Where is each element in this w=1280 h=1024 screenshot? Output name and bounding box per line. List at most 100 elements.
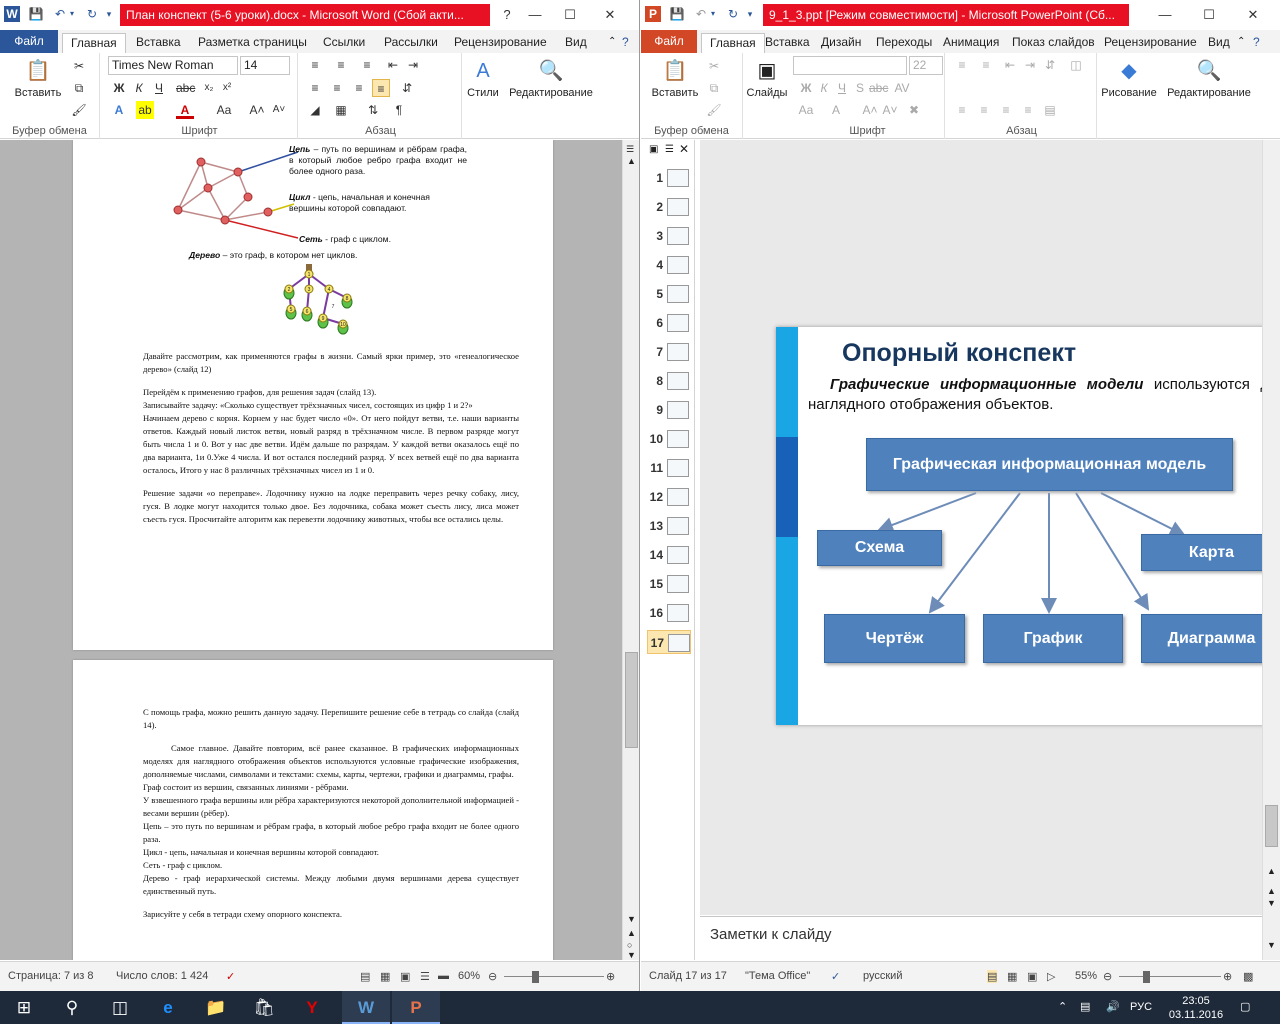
notes-pane[interactable]: Заметки к слайду — [700, 916, 1262, 960]
zoom-slider[interactable] — [1119, 976, 1221, 977]
slide-thumbnails-pane[interactable]: ▣ ☰ ✕ 1 2 3 4 5 6 7 8 9 10 11 12 13 14 15 16 17 — [641, 140, 695, 960]
help-icon[interactable]: ? — [1253, 33, 1260, 53]
tab-design[interactable]: Дизайн — [821, 33, 861, 53]
maximize-button[interactable]: ☐ — [1194, 4, 1224, 26]
slide-thumbnail[interactable]: 13 — [647, 514, 691, 538]
superscript-icon[interactable]: x² — [218, 79, 236, 97]
decrease-indent-icon[interactable]: ⇤ — [1001, 56, 1019, 74]
format-painter-icon[interactable]: 🖌 — [705, 101, 723, 119]
tab-view[interactable]: Вид — [565, 33, 587, 53]
tab-review[interactable]: Рецензирование — [1104, 33, 1197, 53]
zoom-level[interactable]: 60% — [458, 970, 480, 982]
task-view-icon[interactable]: ◫ — [96, 991, 144, 1024]
zoom-out-icon[interactable]: ⊖ — [488, 970, 497, 983]
print-layout-icon[interactable]: ▤ — [360, 970, 370, 983]
search-icon[interactable]: ⚲ — [48, 991, 96, 1024]
start-button[interactable]: ⊞ — [0, 991, 48, 1024]
slide-thumbnail[interactable]: 3 — [647, 224, 691, 248]
show-hidden-icons-icon[interactable]: ⌃ — [1058, 991, 1067, 1024]
cut-icon[interactable]: ✂ — [70, 57, 88, 75]
slide-thumbnail[interactable]: 16 — [647, 601, 691, 625]
show-marks-icon[interactable]: ¶ — [390, 101, 408, 119]
distributed-icon[interactable]: ▤ — [1041, 101, 1059, 119]
slide-thumbnail[interactable]: 5 — [647, 282, 691, 306]
network-icon[interactable]: ▤ — [1080, 991, 1090, 1024]
save-icon[interactable]: 💾 — [28, 6, 44, 22]
paste-button[interactable]: 📋 Вставить — [10, 57, 66, 99]
previous-page-icon[interactable]: ▲ — [627, 928, 636, 938]
help-icon[interactable]: ? — [622, 33, 629, 53]
slide-thumbnail[interactable]: 15 — [647, 572, 691, 596]
slide[interactable]: Опорный конспект Графические информацион… — [776, 327, 1280, 725]
powerpoint-app-icon[interactable]: P — [645, 6, 661, 22]
numbering-icon[interactable]: ≡ — [977, 56, 995, 74]
tab-page-layout[interactable]: Разметка страницы — [198, 33, 307, 53]
yandex-browser-icon[interactable]: Y — [288, 991, 336, 1024]
close-button[interactable]: ✕ — [1238, 4, 1268, 26]
volume-icon[interactable]: 🔊 — [1106, 991, 1120, 1024]
store-icon[interactable]: 🛍 — [240, 991, 288, 1024]
columns-icon[interactable]: ◫ — [1067, 56, 1085, 74]
char-spacing-icon[interactable]: AV — [893, 79, 911, 97]
minimize-button[interactable]: — — [1150, 4, 1180, 26]
undo-icon[interactable]: ↶ — [693, 6, 709, 22]
word-count[interactable]: Число слов: 1 424 — [116, 970, 208, 982]
align-right-icon[interactable]: ≡ — [997, 101, 1015, 119]
line-spacing-icon[interactable]: ⇵ — [1041, 56, 1059, 74]
cut-icon[interactable]: ✂ — [705, 57, 723, 75]
full-screen-reading-icon[interactable]: ▦ — [380, 970, 390, 983]
ribbon-minimize-icon[interactable]: ⌃ — [608, 33, 616, 53]
tab-home[interactable]: Главная — [701, 33, 765, 53]
ruler-toggle-icon[interactable]: ☰ — [626, 144, 634, 155]
tab-mailings[interactable]: Рассылки — [384, 33, 438, 53]
fit-to-window-icon[interactable]: ▩ — [1243, 970, 1253, 983]
slide-thumbnail[interactable]: 1 — [647, 166, 691, 190]
underline-icon[interactable]: Ч — [833, 79, 851, 97]
font-color-icon[interactable]: A — [827, 101, 845, 119]
notifications-icon[interactable]: ▢ — [1240, 991, 1250, 1024]
graph-plot-box[interactable]: График — [983, 614, 1123, 663]
format-painter-icon[interactable]: 🖌 — [70, 101, 88, 119]
align-right-icon[interactable]: ≡ — [350, 79, 368, 97]
proofing-icon[interactable]: ✓ — [831, 970, 840, 983]
scheme-box[interactable]: Схема — [817, 530, 942, 566]
slides-tab-icon[interactable]: ▣ — [649, 144, 658, 155]
diagram-box[interactable]: Диаграмма — [1141, 614, 1280, 663]
theme-name[interactable]: "Тема Office" — [745, 970, 810, 982]
italic-icon[interactable]: К — [130, 79, 148, 97]
outline-tab-icon[interactable]: ☰ — [665, 144, 674, 155]
align-center-icon[interactable]: ≡ — [328, 79, 346, 97]
slide-thumbnail[interactable]: 7 — [647, 340, 691, 364]
font-color-icon[interactable]: A — [176, 101, 194, 119]
scroll-thumb[interactable] — [625, 652, 638, 748]
zoom-out-icon[interactable]: ⊖ — [1103, 970, 1112, 983]
vertical-scrollbar[interactable]: ▲ ▲ ▼ ▼ — [1262, 140, 1280, 960]
next-page-icon[interactable]: ▼ — [627, 950, 636, 960]
tab-transitions[interactable]: Переходы — [876, 33, 932, 53]
scroll-up-icon[interactable]: ▲ — [1267, 866, 1276, 876]
input-language[interactable]: РУС — [1130, 991, 1152, 1024]
font-size-combo[interactable]: 14 — [240, 56, 290, 75]
shrink-font-icon[interactable]: A˅ — [881, 101, 899, 119]
reading-view-icon[interactable]: ▣ — [1027, 970, 1037, 983]
shrink-font-icon[interactable]: A˅ — [270, 101, 288, 119]
multilevel-list-icon[interactable]: ≡ — [358, 56, 376, 74]
strikethrough-icon[interactable]: abc — [176, 79, 195, 97]
align-center-icon[interactable]: ≡ — [975, 101, 993, 119]
redo-icon[interactable]: ↻ — [725, 6, 741, 22]
file-tab[interactable]: Файл — [641, 30, 697, 53]
slide-thumbnail[interactable]: 9 — [647, 398, 691, 422]
copy-icon[interactable]: ⧉ — [705, 79, 723, 97]
tab-slideshow[interactable]: Показ слайдов — [1012, 33, 1095, 53]
tab-insert[interactable]: Вставка — [136, 33, 181, 53]
help-icon[interactable]: ? — [492, 4, 522, 26]
close-button[interactable]: ✕ — [595, 4, 625, 26]
bold-icon[interactable]: Ж — [110, 79, 128, 97]
slide-editing-pane[interactable]: Опорный конспект Графические информацион… — [700, 140, 1280, 915]
word-taskbar-icon[interactable]: W — [342, 991, 390, 1024]
tab-references[interactable]: Ссылки — [323, 33, 365, 53]
outline-icon[interactable]: ☰ — [420, 970, 430, 983]
web-layout-icon[interactable]: ▣ — [400, 970, 410, 983]
bullets-icon[interactable]: ≡ — [306, 56, 324, 74]
map-box[interactable]: Карта — [1141, 534, 1280, 571]
